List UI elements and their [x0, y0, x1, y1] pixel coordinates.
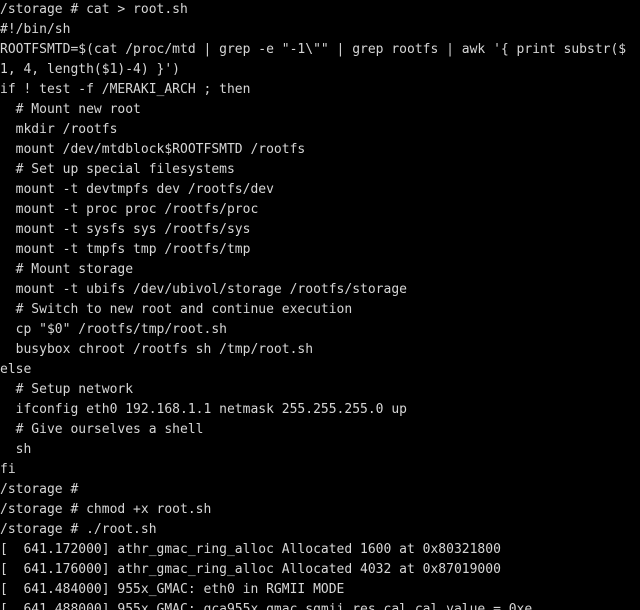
terminal-line: cp "$0" /rootfs/tmp/root.sh	[0, 322, 227, 337]
terminal-line: # Give ourselves a shell	[0, 422, 204, 437]
terminal-line: mount -t tmpfs tmp /rootfs/tmp	[0, 242, 251, 257]
terminal-line: mount -t ubifs /dev/ubivol/storage /root…	[0, 282, 407, 297]
terminal-line: /storage # chmod +x root.sh	[0, 502, 212, 517]
terminal-line: /storage # ./root.sh	[0, 522, 157, 537]
terminal-output: /storage # cat > root.sh #!/bin/sh ROOTFSM…	[0, 0, 640, 610]
terminal-line: busybox chroot /rootfs sh /tmp/root.sh	[0, 342, 314, 357]
terminal-line: [ 641.488000] 955x_GMAC: qca955x_gmac_sg…	[0, 602, 533, 610]
terminal-line: #!/bin/sh	[0, 22, 71, 37]
terminal-line: # Setup network	[0, 382, 134, 397]
terminal-line: [ 641.176000] athr_gmac_ring_alloc Alloc…	[0, 562, 501, 577]
terminal-screen[interactable]: /storage # cat > root.sh #!/bin/sh ROOTFSM…	[0, 0, 640, 610]
terminal-line: [ 641.172000] athr_gmac_ring_alloc Alloc…	[0, 542, 501, 557]
terminal-line: ROOTFSMTD=$(cat /proc/mtd | grep -e "-1\…	[0, 42, 627, 57]
terminal-line: mount -t sysfs sys /rootfs/sys	[0, 222, 251, 237]
terminal-line: [ 641.484000] 955x_GMAC: eth0 in RGMII M…	[0, 582, 345, 597]
terminal-line: /storage #	[0, 482, 79, 497]
terminal-line: sh	[0, 442, 32, 457]
terminal-line: # Mount new root	[0, 102, 141, 117]
terminal-line: 1, 4, length($1)-4) }')	[0, 62, 181, 77]
terminal-line: # Set up special filesystems	[0, 162, 235, 177]
terminal-line: ifconfig eth0 192.168.1.1 netmask 255.25…	[0, 402, 407, 417]
terminal-line: # Switch to new root and continue execut…	[0, 302, 353, 317]
terminal-line: fi	[0, 462, 16, 477]
terminal-line: mount /dev/mtdblock$ROOTFSMTD /rootfs	[0, 142, 306, 157]
terminal-line: mkdir /rootfs	[0, 122, 118, 137]
terminal-line: if ! test -f /MERAKI_ARCH ; then	[0, 82, 251, 97]
terminal-line: mount -t devtmpfs dev /rootfs/dev	[0, 182, 274, 197]
terminal-line: else	[0, 362, 32, 377]
terminal-line: /storage # cat > root.sh	[0, 2, 188, 17]
terminal-line: mount -t proc proc /rootfs/proc	[0, 202, 259, 217]
terminal-line: # Mount storage	[0, 262, 134, 277]
